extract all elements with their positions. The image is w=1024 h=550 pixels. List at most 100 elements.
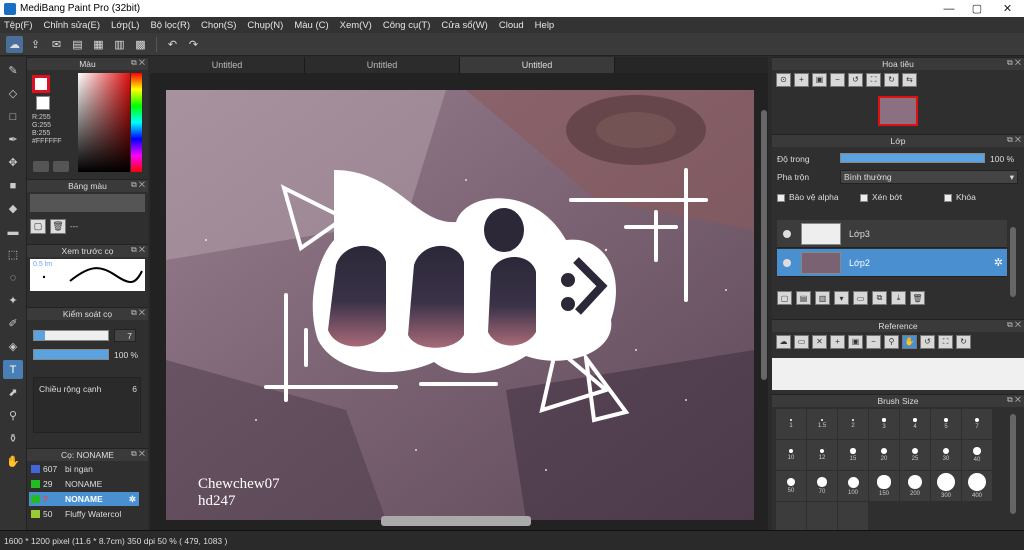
brush-size-cell[interactable]: 2 [838,409,868,439]
document-icon[interactable]: ▤ [69,36,86,53]
blend-mode-select[interactable]: Bình thường ▾ [840,170,1018,184]
pages-icon[interactable]: ▥ [111,36,128,53]
select-eraser-icon[interactable]: ◈ [3,337,23,356]
color-mode-button[interactable] [33,161,49,172]
brush-size-cell[interactable]: 1 [776,409,806,439]
brush-size-cell[interactable]: 15 [838,440,868,470]
dropper-tool-icon[interactable]: ⚲ [3,406,23,425]
add-layer-menu-icon[interactable]: ▾ [834,291,849,305]
horizontal-scrollbar[interactable] [381,516,531,526]
panel-controls-icon[interactable]: ⧉ ✕ [131,180,145,190]
cloud-icon[interactable]: ☁ [6,35,23,53]
new-halftone-layer-icon[interactable]: ▤ [796,291,811,305]
bucket-tool-icon[interactable]: ◆ [3,199,23,218]
brush-size-cell[interactable]: 50 [776,471,806,501]
visibility-icon[interactable] [783,229,791,238]
gradient-tool-icon[interactable]: ▬ [3,222,23,241]
tab-untitled-3[interactable]: Untitled [460,57,615,73]
brush-size-cell[interactable] [838,502,868,530]
comment-icon[interactable]: ✉ [48,36,65,53]
fill-rect-tool-icon[interactable]: ■ [3,176,23,195]
zoom-out-icon[interactable]: − [866,334,881,349]
new-layer-icon[interactable]: ▢ [777,291,792,305]
panel-controls-icon[interactable]: ⧉ ✕ [1007,135,1021,145]
panel-controls-icon[interactable]: ⧉ ✕ [1007,320,1021,330]
brush-size-cell[interactable]: 200 [900,471,930,501]
artwork-canvas[interactable]: Chewchew07 hd247 [166,90,754,520]
merge-layer-icon[interactable]: ⤓ [891,291,906,305]
color-swap-button[interactable] [53,161,69,172]
rotate-left-icon[interactable]: ↺ [920,334,935,349]
dropper2-tool-icon[interactable]: ⚱ [3,429,23,448]
layer-item-2[interactable]: Lớp2 ✲ [777,249,1007,277]
cloud-icon[interactable]: ☁ [776,334,791,349]
edge-width-value[interactable]: 6 [132,384,137,394]
magic-wand-icon[interactable]: ✦ [3,291,23,310]
tab-untitled-1[interactable]: Untitled [150,57,305,73]
reference-image-area[interactable] [772,358,1024,390]
brush-size-cell[interactable]: 12 [807,440,837,470]
navigator-thumbnail[interactable] [878,96,918,126]
delete-palette-icon[interactable]: 🗑 [50,219,66,234]
brush-size-cell[interactable]: 400 [962,471,992,501]
gear-icon[interactable]: ✲ [129,494,136,505]
hand-icon[interactable]: ✋ [902,334,917,349]
delete-layer-icon[interactable]: 🗑 [910,291,925,305]
page-icon[interactable]: ▦ [90,36,107,53]
clipping-checkbox[interactable]: Xén bớt [860,192,902,202]
flip-icon[interactable]: ⇆ [902,72,917,87]
menu-help[interactable]: Help [535,20,555,31]
brush-opacity-slider[interactable] [33,349,109,360]
eraser-tool-icon[interactable]: ◇ [3,84,23,103]
tab-untitled-2[interactable]: Untitled [305,57,460,73]
share-icon[interactable]: ⇪ [27,36,44,53]
panel-controls-icon[interactable]: ⧉ ✕ [131,449,145,459]
menu-filter[interactable]: Bộ lọc(R) [150,20,190,31]
brush-size-cell[interactable] [776,502,806,530]
brush-size-scrollbar[interactable] [1010,414,1016,514]
background-swatch[interactable] [36,96,50,110]
panel-controls-icon[interactable]: ⧉ ✕ [1007,58,1021,68]
brush-list-item[interactable]: 607 bi ngan [29,462,139,476]
text-tool-icon[interactable]: T [3,360,23,379]
menu-view[interactable]: Xem(V) [340,20,372,31]
duplicate-layer-icon[interactable]: ⧉ [872,291,887,305]
new-palette-icon[interactable]: ▢ [30,219,46,234]
menu-tools[interactable]: Công cụ(T) [383,20,431,31]
layer-folder-icon[interactable]: ▭ [853,291,868,305]
open-folder-icon[interactable]: ▭ [794,334,809,349]
zoom-fit-icon[interactable]: ▣ [848,334,863,349]
brush-size-cell[interactable]: 7 [962,409,992,439]
menu-file[interactable]: Tệp(F) [4,20,33,31]
brush-size-cell[interactable]: 70 [807,471,837,501]
brush-list-item[interactable]: 29 NONAME [29,477,139,491]
brush-size-cell[interactable]: 30 [931,440,961,470]
palette-strip[interactable] [30,194,145,212]
panel-controls-icon[interactable]: ⧉ ✕ [1007,395,1021,405]
close-button[interactable]: ✕ [991,0,1024,17]
fit-screen-icon[interactable]: ⛶ [938,334,953,349]
grid-icon[interactable]: ▩ [132,36,149,53]
brush-list-item-selected[interactable]: 7 NONAME ✲ [29,492,139,506]
brush-size-cell[interactable]: 300 [931,471,961,501]
menu-snap[interactable]: Chụp(N) [247,20,283,31]
brush-list-item[interactable]: 50 Fluffy Watercol [29,507,139,521]
close-reference-icon[interactable]: ✕ [812,334,827,349]
hand-tool-icon[interactable]: ✋ [3,452,23,471]
brush-size-cell[interactable]: 4 [900,409,930,439]
panel-controls-icon[interactable]: ⧉ ✕ [131,245,145,255]
brush-size-slider[interactable] [33,330,109,341]
foreground-swatch[interactable] [32,75,50,93]
lock-checkbox[interactable]: Khóa [944,192,976,202]
panel-controls-icon[interactable]: ⧉ ✕ [131,308,145,318]
brush-size-cell[interactable]: 5 [931,409,961,439]
redo-icon[interactable]: ↷ [185,36,202,53]
new-1bit-layer-icon[interactable]: ▥ [815,291,830,305]
menu-window[interactable]: Cửa sổ(W) [441,20,487,31]
panel-controls-icon[interactable]: ⧉ ✕ [131,58,145,68]
hue-slider[interactable] [131,73,142,172]
brush-size-cell[interactable]: 40 [962,440,992,470]
operation-tool-icon[interactable]: ⬈ [3,383,23,402]
undo-icon[interactable]: ↶ [164,36,181,53]
dropper-icon[interactable]: ⚲ [884,334,899,349]
